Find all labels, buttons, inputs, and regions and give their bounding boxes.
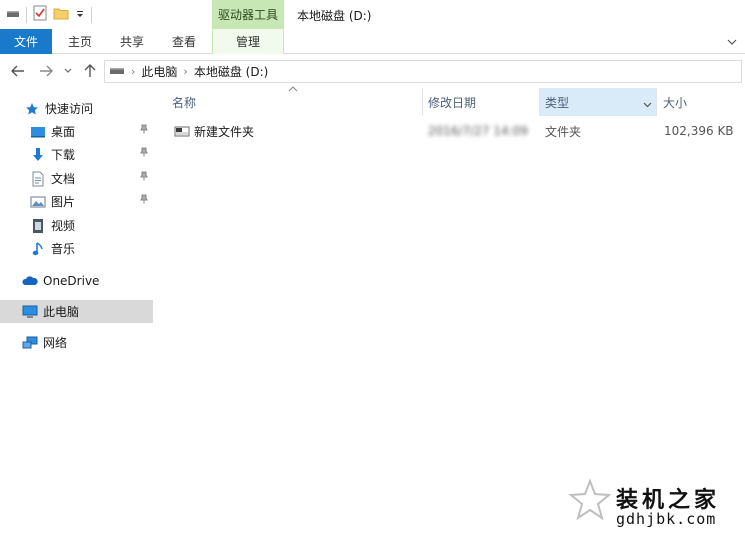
tab-view[interactable]: 查看 xyxy=(160,29,208,54)
column-header-label: 名称 xyxy=(172,95,197,110)
watermark: 装机之家 gdhjbk.com xyxy=(568,478,738,532)
tab-manage[interactable]: 管理 xyxy=(212,29,284,54)
file-name-cell[interactable]: 新建文件夹 xyxy=(174,120,254,142)
file-row[interactable]: 新建文件夹 2016/7/27 14:09 文件夹 102,396 KB xyxy=(170,120,740,142)
back-button[interactable] xyxy=(10,62,26,80)
network-icon xyxy=(22,335,38,351)
folder-icon xyxy=(174,124,190,138)
new-folder-icon[interactable] xyxy=(53,6,69,23)
column-header-type[interactable]: 类型 xyxy=(539,88,656,116)
sidebar-item-desktop[interactable]: 桌面 xyxy=(0,120,153,143)
sidebar-item-label: 网络 xyxy=(43,336,68,350)
sidebar-item-label: OneDrive xyxy=(43,273,100,288)
address-bar[interactable]: › 此电脑 › 本地磁盘 (D:) xyxy=(104,60,742,83)
sidebar-item-quick-access[interactable]: 快速访问 xyxy=(0,97,153,120)
file-name: 新建文件夹 xyxy=(194,124,255,139)
tab-share[interactable]: 共享 xyxy=(108,29,156,54)
pin-icon[interactable] xyxy=(139,124,149,137)
title-bar: 驱动器工具 本地磁盘 (D:) xyxy=(0,0,745,29)
forward-button[interactable] xyxy=(38,62,54,80)
tab-file[interactable]: 文件 xyxy=(0,29,52,54)
back-arrow-icon xyxy=(11,65,24,77)
toolbar-divider xyxy=(26,6,27,23)
forward-arrow-icon xyxy=(40,65,53,77)
column-header-name[interactable]: 名称 xyxy=(166,88,422,116)
sidebar-item-label: 快速访问 xyxy=(45,102,94,116)
sidebar-item-label: 图片 xyxy=(51,195,76,209)
column-header-size[interactable]: 大小 xyxy=(657,88,743,116)
breadcrumb-this-pc[interactable]: 此电脑 xyxy=(141,63,177,80)
documents-icon xyxy=(30,171,46,187)
ribbon-tabs: 文件 主页 共享 查看 管理 xyxy=(0,29,745,54)
up-arrow-icon xyxy=(84,64,96,77)
download-icon xyxy=(30,147,46,163)
pin-icon[interactable] xyxy=(139,194,149,207)
sidebar-item-onedrive[interactable]: OneDrive xyxy=(0,269,153,292)
chevron-down-icon[interactable] xyxy=(643,97,652,111)
sidebar-item-music[interactable]: 音乐 xyxy=(0,237,153,260)
column-header-label: 修改日期 xyxy=(428,95,477,110)
sidebar-item-this-pc[interactable]: 此电脑 xyxy=(0,300,153,323)
desktop-icon xyxy=(30,124,46,140)
properties-icon[interactable] xyxy=(33,5,47,24)
sidebar-item-network[interactable]: 网络 xyxy=(0,331,153,354)
cloud-icon xyxy=(22,273,38,289)
breadcrumb-separator: › xyxy=(183,65,188,78)
breadcrumb-local-disk[interactable]: 本地磁盘 (D:) xyxy=(194,63,268,80)
music-icon xyxy=(30,241,46,257)
videos-icon xyxy=(30,218,46,234)
toolbar-divider xyxy=(91,6,92,23)
pin-icon[interactable] xyxy=(139,147,149,160)
chevron-down-icon xyxy=(64,68,72,73)
sidebar-item-videos[interactable]: 视频 xyxy=(0,214,153,237)
quick-access-toolbar xyxy=(6,5,92,24)
sidebar-item-downloads[interactable]: 下载 xyxy=(0,143,153,166)
file-size: 102,396 KB xyxy=(664,124,734,138)
column-header-label: 类型 xyxy=(545,95,570,110)
computer-icon xyxy=(22,304,38,320)
sidebar-item-label: 此电脑 xyxy=(43,305,80,319)
drive-icon xyxy=(109,65,125,79)
sidebar-item-label: 视频 xyxy=(51,219,76,233)
pictures-icon xyxy=(30,194,46,210)
expand-ribbon-icon[interactable] xyxy=(727,35,737,49)
customize-dropdown-icon[interactable] xyxy=(75,8,85,22)
recent-locations-button[interactable] xyxy=(62,62,74,80)
file-type: 文件夹 xyxy=(545,124,582,139)
breadcrumb-separator: › xyxy=(131,65,136,78)
window-title: 本地磁盘 (D:) xyxy=(297,9,372,23)
navigation-pane: 快速访问 桌面 下载 文档 图片 视频 音乐 OneDrive 此电脑 网络 xyxy=(0,92,153,536)
tab-home[interactable]: 主页 xyxy=(56,29,104,54)
column-header-date-modified[interactable]: 修改日期 xyxy=(422,88,538,116)
drive-icon[interactable] xyxy=(6,7,20,22)
sidebar-item-label: 音乐 xyxy=(51,242,76,256)
star-icon xyxy=(24,101,40,117)
watermark-star-icon xyxy=(568,478,612,525)
pin-icon[interactable] xyxy=(139,171,149,184)
sidebar-item-label: 桌面 xyxy=(51,125,76,139)
sidebar-item-documents[interactable]: 文档 xyxy=(0,167,153,190)
column-header-label: 大小 xyxy=(663,95,688,110)
navigation-bar: › 此电脑 › 本地磁盘 (D:) xyxy=(0,58,745,85)
up-button[interactable] xyxy=(82,62,98,80)
drive-tools-context-label: 驱动器工具 xyxy=(212,0,284,29)
watermark-url: gdhjbk.com xyxy=(616,510,717,528)
sidebar-item-label: 文档 xyxy=(51,172,76,186)
file-date-modified: 2016/7/27 14:09 xyxy=(428,124,528,138)
sidebar-item-pictures[interactable]: 图片 xyxy=(0,190,153,213)
sidebar-item-label: 下载 xyxy=(51,148,76,162)
